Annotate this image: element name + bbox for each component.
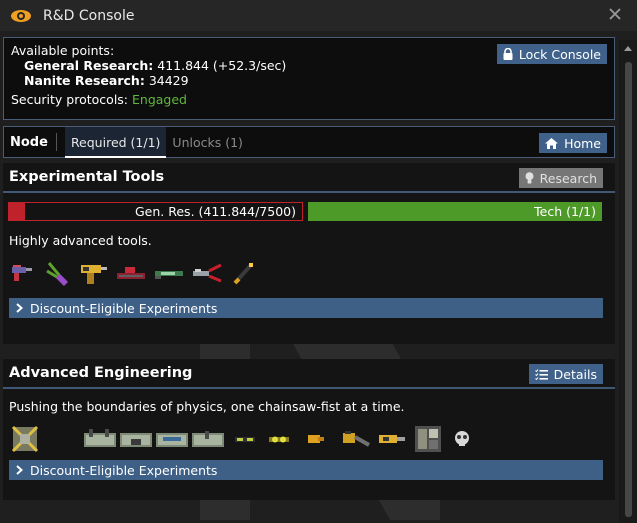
eye-icon <box>11 9 31 22</box>
list-icon <box>534 368 548 380</box>
machine-board-icon[interactable] <box>413 424 443 454</box>
node-tabs-bar: Node Required (1/1) Unlocks (1) Home <box>3 126 615 158</box>
security-row: Security protocols: Engaged <box>11 92 607 107</box>
toolbelt-icon[interactable] <box>119 425 153 453</box>
tab-separator <box>55 133 57 151</box>
tab-required[interactable]: Required (1/1) <box>64 126 167 158</box>
details-button[interactable]: Details <box>528 364 603 384</box>
rapid-pipe-dispenser-icon[interactable] <box>115 259 147 287</box>
security-status: Engaged <box>132 92 187 107</box>
toolbelt-icon[interactable] <box>155 425 189 453</box>
lock-icon <box>503 48 513 60</box>
node-title: Advanced Engineering <box>9 365 193 381</box>
discount-experiments-label: Discount-Eligible Experiments <box>30 300 218 316</box>
nanite-research-value: 34429 <box>148 73 189 88</box>
weld-goggles-icon[interactable] <box>267 429 291 449</box>
toolbelt-icon[interactable] <box>191 425 225 453</box>
progress-bars: Gen. Res. (411.844/7500) Tech (1/1) <box>8 202 603 221</box>
jaws-of-life-icon[interactable] <box>191 259 223 287</box>
lightbulb-icon <box>525 172 534 184</box>
close-icon[interactable] <box>607 6 623 22</box>
toolbelt-icon[interactable] <box>83 425 117 453</box>
scrollbar[interactable] <box>619 40 637 523</box>
general-research-label: General Research: <box>24 58 154 73</box>
discount-experiments-toggle[interactable]: Discount-Eligible Experiments <box>9 460 603 480</box>
design-items <box>9 422 615 456</box>
chevron-up-icon <box>624 46 632 51</box>
title-bar: R&D Console <box>0 0 637 31</box>
lock-console-label: Lock Console <box>518 46 601 62</box>
scroll-up-arrow[interactable] <box>619 40 637 56</box>
node-description: Highly advanced tools. <box>9 233 152 248</box>
window-title: R&D Console <box>43 7 135 24</box>
meson-goggles-icon[interactable] <box>233 429 257 449</box>
home-icon <box>545 137 559 149</box>
wirecutter-icon[interactable] <box>43 259 71 287</box>
node-experimental-tools: Experimental Tools Research Gen. Res. (4… <box>3 163 615 344</box>
node-description: Pushing the boundaries of physics, one c… <box>9 399 405 414</box>
welding-tool-icon[interactable] <box>229 259 257 287</box>
drill-icon[interactable] <box>377 427 407 451</box>
home-button-label: Home <box>564 135 601 151</box>
yellow-glove-icon[interactable] <box>305 429 327 449</box>
research-button-label: Research <box>539 170 597 186</box>
nanite-research-label: Nanite Research: <box>24 73 145 88</box>
engineering-module-icon[interactable] <box>9 423 41 455</box>
tech-progress-bar: Tech (1/1) <box>308 202 602 221</box>
general-research-progress-bar: Gen. Res. (411.844/7500) <box>8 202 303 221</box>
node-label: Node <box>10 134 48 150</box>
node-title: Experimental Tools <box>9 169 165 185</box>
research-button[interactable]: Research <box>518 168 603 188</box>
home-button[interactable]: Home <box>539 133 607 153</box>
scrollbar-thumb[interactable] <box>625 62 632 517</box>
rcd-gun-icon[interactable] <box>9 259 37 287</box>
node-header: Advanced Engineering Details <box>3 359 615 389</box>
node-advanced-engineering: Advanced Engineering Details Pushing the… <box>3 359 615 500</box>
skull-mask-icon[interactable] <box>451 428 473 450</box>
general-research-value: 411.844 (+52.3/sec) <box>157 58 287 73</box>
plasma-cutter-icon[interactable] <box>153 259 185 287</box>
general-research-progress-fill <box>9 203 26 220</box>
discount-experiments-toggle[interactable]: Discount-Eligible Experiments <box>9 298 603 318</box>
nanite-research-row: Nanite Research: 34429 <box>11 73 607 88</box>
details-button-label: Details <box>553 366 597 382</box>
node-header: Experimental Tools Research <box>3 163 615 193</box>
points-panel: Available points: General Research: 411.… <box>3 37 615 120</box>
discount-experiments-label: Discount-Eligible Experiments <box>30 462 218 478</box>
general-research-progress-label: Gen. Res. (411.844/7500) <box>135 204 296 219</box>
design-items <box>9 258 615 288</box>
power-drill-icon[interactable] <box>77 259 109 287</box>
chevron-right-icon <box>16 303 23 313</box>
tech-progress-label: Tech (1/1) <box>534 204 596 219</box>
lock-console-button[interactable]: Lock Console <box>496 44 607 64</box>
tab-unlocks[interactable]: Unlocks (1) <box>166 127 249 157</box>
chainsaw-icon[interactable] <box>341 427 371 451</box>
chevron-right-icon <box>16 465 23 475</box>
security-label: Security protocols: <box>11 92 129 107</box>
